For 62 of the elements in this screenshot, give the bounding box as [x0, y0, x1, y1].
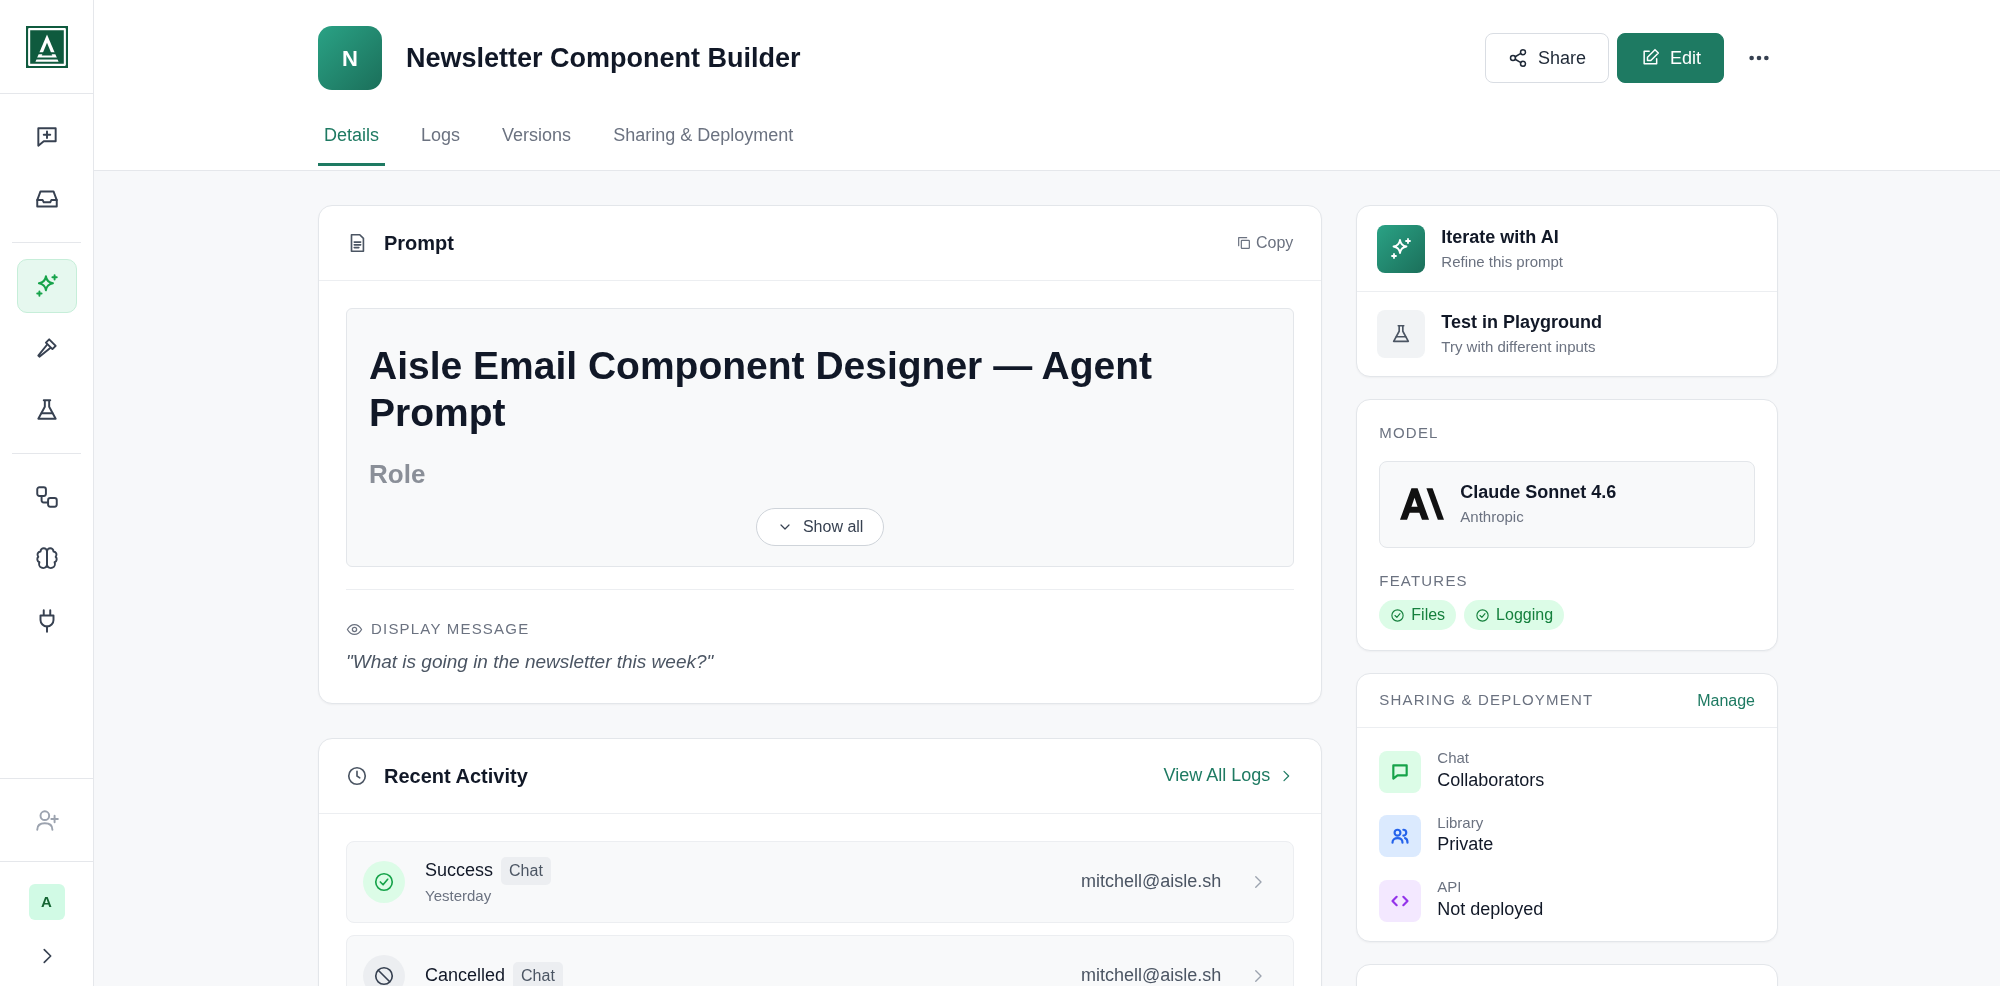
action-title: Test in Playground: [1441, 311, 1602, 335]
sharing-value: Collaborators: [1437, 768, 1545, 792]
action-subtitle: Refine this prompt: [1441, 251, 1564, 272]
copy-button[interactable]: Copy: [1234, 230, 1295, 256]
action-title: Iterate with AI: [1441, 225, 1560, 249]
action-subtitle: Try with different inputs: [1441, 337, 1597, 358]
workflow-icon: [33, 484, 60, 510]
model-provider: Anthropic: [1460, 507, 1525, 528]
edit-button[interactable]: Edit: [1616, 33, 1724, 83]
sharing-label: API: [1437, 879, 1463, 896]
user-plus-icon: [33, 807, 60, 833]
copy-icon: [1235, 235, 1252, 251]
feature-tag: Files: [1379, 600, 1457, 630]
activity-status: Success: [425, 859, 494, 883]
model-name: Claude Sonnet 4.6: [1460, 481, 1617, 505]
prompt-avatar: N: [318, 26, 382, 90]
feature-tag: Logging: [1464, 600, 1565, 630]
tab[interactable]: Sharing & Deployment: [607, 122, 800, 166]
activity-time: Yesterday: [425, 885, 493, 906]
section-label: FEATURES: [1379, 570, 1469, 591]
activity-user: mitchell@aisle.sh: [1080, 964, 1222, 986]
user-avatar[interactable]: A: [28, 884, 65, 920]
share-button[interactable]: Share: [1484, 33, 1609, 83]
card-title: Recent Activity: [384, 763, 528, 789]
action-item[interactable]: Test in Playground Try with different inputs: [1357, 291, 1777, 376]
activity-tag: Chat: [513, 961, 563, 986]
tab[interactable]: Versions: [496, 122, 578, 166]
prompt-subheading: Role: [369, 458, 427, 490]
check-circle-icon: [1475, 607, 1491, 623]
sparkle-icon: [1389, 236, 1414, 261]
tab[interactable]: Details: [318, 122, 386, 166]
tab[interactable]: Logs: [415, 122, 467, 166]
activity-tag: Chat: [501, 856, 551, 885]
action-item[interactable]: Iterate with AI Refine this prompt: [1357, 206, 1777, 291]
check-circle-icon: [373, 870, 395, 893]
share-icon: [1507, 48, 1528, 68]
sharing-label: Chat: [1437, 750, 1470, 767]
activity-status: Cancelled: [425, 964, 506, 986]
card-title: Prompt: [384, 231, 454, 256]
cancel-icon: [373, 964, 395, 986]
clock-icon: [346, 764, 368, 787]
display-message: "What is going in the newsletter this week?": [346, 650, 715, 675]
check-circle-icon: [1390, 607, 1406, 623]
more-icon: [1749, 55, 1769, 61]
page-title: Newsletter Component Builder: [406, 41, 801, 75]
activity-user: mitchell@aisle.sh: [1080, 870, 1222, 894]
view-logs-link[interactable]: View All Logs: [1163, 762, 1295, 790]
activity-row[interactable]: Cancelled Chat mitchell@aisle.sh: [346, 934, 1295, 986]
logo-icon: [25, 25, 68, 68]
manage-link[interactable]: Manage: [1697, 688, 1755, 713]
brain-icon: [33, 546, 60, 572]
section-label: MODEL: [1379, 423, 1440, 443]
model-selector[interactable]: Claude Sonnet 4.6 Anthropic: [1379, 460, 1755, 548]
section-label: DISPLAY MESSAGE: [371, 618, 530, 639]
sharing-label: Library: [1437, 814, 1485, 831]
activity-row[interactable]: Success Chat Yesterday mitchell@aisle.sh: [346, 840, 1295, 923]
sharing-value: Not deployed: [1437, 897, 1544, 921]
show-all-button[interactable]: Show all: [755, 507, 885, 546]
sparkle-icon: [33, 273, 60, 299]
section-label: SHARING & DEPLOYMENT: [1379, 690, 1594, 711]
sharing-value: Private: [1437, 833, 1494, 856]
prompt-heading: Aisle Email Component Designer — Agent Prompt: [369, 343, 1153, 436]
